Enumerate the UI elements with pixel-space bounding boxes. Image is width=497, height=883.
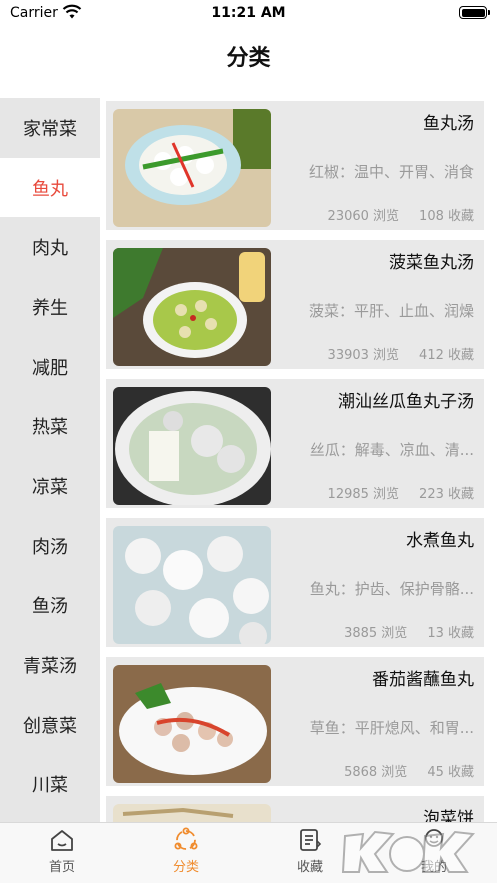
sidebar-item-yangsheng[interactable]: 养生: [0, 277, 100, 337]
status-bar: Carrier 11:21 AM: [0, 0, 497, 28]
recipe-card[interactable]: 鱼丸汤 红椒：温中、开胃、消食 23060 浏览 108 收藏: [106, 101, 484, 230]
favorites-count: 223 收藏: [419, 487, 474, 502]
category-icon: [174, 827, 198, 850]
favorites-icon: [300, 829, 322, 851]
sidebar-item-yuwan[interactable]: 鱼丸: [0, 157, 100, 218]
views-count: 33903 浏览: [327, 348, 400, 363]
battery-icon: [459, 6, 490, 19]
recipe-thumbnail: [113, 665, 271, 783]
recipe-title: 番茄酱蘸鱼丸: [372, 670, 474, 690]
sidebar-item-yutang[interactable]: 鱼汤: [0, 576, 100, 636]
sidebar-item-jianfei[interactable]: 减肥: [0, 337, 100, 397]
recipe-title: 水煮鱼丸: [406, 531, 474, 551]
recipe-stats: 23060 浏览 108 收藏: [328, 205, 474, 224]
recipe-desc: 菠菜：平肝、止血、润燥: [308, 302, 474, 320]
page-title: 分类: [226, 46, 271, 71]
recipe-thumbnail: [113, 109, 271, 227]
recipe-thumbnail: [113, 387, 271, 505]
recipe-desc: 鱼丸：护齿、保护骨骼...: [309, 580, 474, 598]
recipe-title: 潮汕丝瓜鱼丸子汤: [338, 392, 474, 412]
recipe-desc: 丝瓜：解毒、凉血、清...: [309, 441, 474, 459]
tab-home[interactable]: 首页: [17, 827, 107, 875]
favorites-count: 13 收藏: [427, 626, 474, 641]
recipe-card[interactable]: 菠菜鱼丸汤 菠菜：平肝、止血、润燥 33903 浏览 412 收藏: [106, 240, 484, 369]
recipe-stats: 12985 浏览 223 收藏: [328, 483, 474, 502]
recipe-desc: 草鱼：平肝熄风、和胃...: [309, 719, 474, 737]
recipe-title: 泡菜饼: [423, 809, 474, 822]
recipe-title: 菠菜鱼丸汤: [389, 253, 474, 273]
recipe-stats: 5868 浏览 45 收藏: [344, 761, 474, 780]
tab-category[interactable]: 分类: [141, 827, 231, 875]
sidebar-item-chuancai[interactable]: 川菜: [0, 755, 100, 815]
recipe-title: 鱼丸汤: [423, 114, 474, 134]
sidebar-item-routang[interactable]: 肉汤: [0, 516, 100, 576]
sidebar-item-qingcaitang[interactable]: 青菜汤: [0, 635, 100, 695]
sidebar-item-rouwan[interactable]: 肉丸: [0, 217, 100, 277]
sidebar-item-liangcai[interactable]: 凉菜: [0, 456, 100, 516]
recipe-stats: 3885 浏览 13 收藏: [344, 622, 474, 641]
tab-label: 分类: [172, 860, 199, 875]
sidebar-item-jiachangcai[interactable]: 家常菜: [0, 98, 100, 158]
recipe-thumbnail: [113, 526, 271, 644]
views-count: 12985 浏览: [327, 487, 400, 502]
home-icon: [51, 830, 73, 851]
recipe-card[interactable]: 泡菜饼: [106, 796, 484, 822]
recipe-card[interactable]: 潮汕丝瓜鱼丸子汤 丝瓜：解毒、凉血、清... 12985 浏览 223 收藏: [106, 379, 484, 508]
favorites-count: 45 收藏: [427, 765, 474, 780]
clock: 11:21 AM: [211, 5, 286, 21]
recipe-card[interactable]: 番茄酱蘸鱼丸 草鱼：平肝熄风、和胃... 5868 浏览 45 收藏: [106, 657, 484, 786]
favorites-count: 412 收藏: [419, 348, 474, 363]
category-sidebar: 家常菜 鱼丸 肉丸 养生 减肥 热菜 凉菜 肉汤 鱼汤 青菜汤 创意菜 川菜: [0, 98, 100, 822]
recipe-desc: 红椒：温中、开胃、消食: [308, 163, 474, 181]
views-count: 5868 浏览: [344, 765, 408, 780]
tab-label: 首页: [48, 860, 75, 875]
favorites-count: 108 收藏: [419, 209, 474, 224]
sidebar-item-chuangyicai[interactable]: 创意菜: [0, 695, 100, 755]
recipe-thumbnail: [113, 804, 271, 822]
recipe-thumbnail: [113, 248, 271, 366]
views-count: 3885 浏览: [344, 626, 408, 641]
recipe-card[interactable]: 水煮鱼丸 鱼丸：护齿、保护骨骼... 3885 浏览 13 收藏: [106, 518, 484, 647]
recipe-stats: 33903 浏览 412 收藏: [328, 344, 474, 363]
sidebar-item-recai[interactable]: 热菜: [0, 396, 100, 456]
views-count: 23060 浏览: [327, 209, 400, 224]
watermark-logo: [341, 830, 476, 873]
recipe-list: 鱼丸汤 红椒：温中、开胃、消食 23060 浏览 108 收藏 菠菜鱼丸汤 菠菜：…: [100, 98, 497, 822]
